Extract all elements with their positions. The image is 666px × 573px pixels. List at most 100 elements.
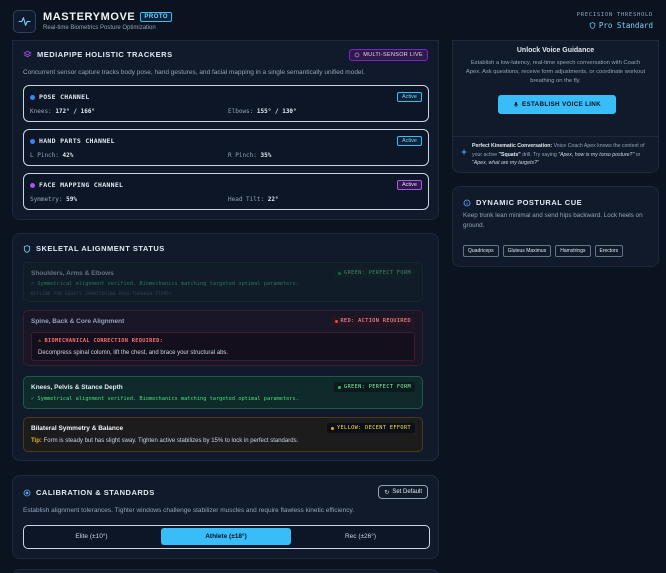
shield-icon bbox=[589, 22, 596, 29]
correction-text: Decompress spinal column, lift the chest… bbox=[38, 350, 229, 356]
shoulders-line: ✓ Symmetrical alignment verified. Biomec… bbox=[31, 281, 299, 287]
pose-metrics: Knees: 172° / 166° Elbows: 155° / 130° bbox=[30, 108, 422, 115]
knees-line: ✓ Symmetrical alignment verified. Biomec… bbox=[31, 396, 299, 402]
establish-voice-link-button[interactable]: ESTABLISH VOICE LINK bbox=[498, 95, 616, 114]
balance-row[interactable]: Bilateral Symmetry & Balance YELLOW: DEC… bbox=[23, 417, 423, 452]
tagline: Real-time Biometrics Posture Optimizatio… bbox=[43, 25, 156, 31]
balance-tip: Tip: Form is steady but has slight sway.… bbox=[31, 438, 298, 444]
shoulders-sub: OFFLINE FOR SQUATS (MONITORING PASS-THRO… bbox=[31, 291, 173, 296]
alignment-card: SKELETAL ALIGNMENT STATUS Shoulders, Arm… bbox=[12, 233, 439, 461]
multi-sensor-badge: MULTI-SENSOR LIVE bbox=[349, 49, 428, 61]
alignment-title-row: SKELETAL ALIGNMENT STATUS bbox=[23, 244, 165, 253]
hand-channel-label: HAND PARTS CHANNEL bbox=[39, 137, 115, 145]
hand-channel-title: HAND PARTS CHANNEL bbox=[30, 137, 115, 145]
tip-label: Tip: bbox=[31, 438, 42, 444]
status-dot-icon bbox=[30, 182, 35, 188]
knees-badge: GREEN: PERFECT FORM bbox=[334, 382, 415, 392]
symmetry-label: Symmetry: bbox=[30, 196, 63, 203]
layers-icon bbox=[23, 50, 32, 58]
face-channel-title: FACE MAPPING CHANNEL bbox=[30, 181, 123, 189]
status-dot-icon bbox=[338, 271, 342, 275]
target-icon bbox=[23, 489, 31, 496]
note-or: or bbox=[634, 151, 641, 158]
tag-gluteus-maximus: Gluteus Maximus bbox=[502, 245, 552, 257]
note-b: drill. Try saying bbox=[520, 151, 559, 158]
threshold-label: PRECISION THRESHOLD bbox=[576, 12, 653, 18]
proto-badge: PROTO bbox=[140, 12, 173, 22]
balance-title: Bilateral Symmetry & Balance bbox=[31, 425, 124, 432]
shoulders-badge: GREEN: PERFECT FORM bbox=[334, 268, 415, 278]
voice-card: Unlock Voice Guidance Establish a low-la… bbox=[452, 40, 659, 173]
option-elite[interactable]: Elite (±10°) bbox=[26, 528, 157, 545]
alignment-title: SKELETAL ALIGNMENT STATUS bbox=[36, 244, 165, 253]
spine-badge: RED: ACTION REQUIRED bbox=[330, 316, 415, 326]
set-default-label: Set Default bbox=[392, 489, 422, 495]
set-default-button[interactable]: ↻ Set Default bbox=[378, 485, 428, 499]
face-metrics: Symmetry: 59% Head Tilt: 22° bbox=[30, 196, 422, 203]
voice-divider bbox=[453, 136, 658, 137]
hand-channel[interactable]: HAND PARTS CHANNEL Active L Pinch: 42% R… bbox=[23, 129, 429, 166]
cue-title: DYNAMIC POSTURAL CUE bbox=[476, 198, 583, 207]
note-drill: "Squats" bbox=[498, 151, 521, 158]
trackers-card: MEDIAPIPE HOLISTIC TRACKERS MULTI-SENSOR… bbox=[12, 40, 439, 220]
app-header: MASTERYMOVE PROTO Real-time Biometrics P… bbox=[0, 0, 666, 42]
shield-icon bbox=[23, 244, 31, 253]
head-tilt-value: 22° bbox=[267, 196, 279, 203]
status-dot-icon bbox=[338, 385, 342, 389]
note-q2: "Apex, what are my targets?" bbox=[472, 160, 539, 166]
l-pinch-label: L Pinch: bbox=[30, 152, 59, 159]
hand-metrics: L Pinch: 42% R Pinch: 35% bbox=[30, 152, 422, 159]
trackers-description: Concurrent sensor capture tracks body po… bbox=[23, 69, 365, 76]
symmetry-value: 59% bbox=[66, 196, 77, 203]
knees-value: 172° / 166° bbox=[55, 108, 96, 115]
tag-hamstrings: Hamstrings bbox=[555, 245, 591, 257]
spine-badge-text: RED: ACTION REQUIRED bbox=[340, 318, 411, 324]
status-dot-icon bbox=[331, 426, 334, 430]
option-athlete[interactable]: Athlete (±18°) bbox=[161, 528, 291, 545]
status-dot-icon bbox=[30, 138, 35, 144]
voice-description: Establish a low-latency, real-time speec… bbox=[465, 60, 646, 84]
balance-badge: YELLOW: DECENT EFFORT bbox=[327, 423, 415, 433]
brand-name: MASTERYMOVE bbox=[43, 11, 136, 23]
pulse-logo-icon bbox=[13, 9, 36, 33]
threshold-value-text: Pro Standard bbox=[598, 21, 653, 30]
cue-card: DYNAMIC POSTURAL CUE Keep trunk lean min… bbox=[452, 186, 659, 267]
sensor-icon bbox=[354, 52, 360, 58]
multi-sensor-label: MULTI-SENSOR LIVE bbox=[363, 52, 423, 58]
knees-row[interactable]: Knees, Pelvis & Stance Depth GREEN: PERF… bbox=[23, 376, 423, 409]
elbows-value: 155° / 130° bbox=[256, 108, 297, 115]
cue-text: Keep trunk lean minimal and send hips ba… bbox=[463, 212, 643, 229]
trackers-title-row: MEDIAPIPE HOLISTIC TRACKERS bbox=[23, 50, 173, 59]
balance-badge-text: YELLOW: DECENT EFFORT bbox=[337, 425, 411, 431]
cue-title-row: DYNAMIC POSTURAL CUE bbox=[463, 198, 582, 207]
warning-icon: ⚠ bbox=[38, 338, 42, 344]
status-dot-icon bbox=[30, 94, 35, 100]
pose-channel-label: POSE CHANNEL bbox=[39, 93, 90, 101]
face-status-badge: Active bbox=[397, 180, 422, 190]
spine-row[interactable]: Spine, Back & Core Alignment RED: ACTION… bbox=[23, 310, 423, 366]
tip-text: Form is steady but has slight sway. Tigh… bbox=[43, 438, 299, 444]
tag-quadriceps: Quadriceps bbox=[463, 245, 499, 257]
trackers-title: MEDIAPIPE HOLISTIC TRACKERS bbox=[37, 50, 173, 59]
face-channel-label: FACE MAPPING CHANNEL bbox=[39, 181, 124, 189]
head-tilt-label: Head Tilt: bbox=[228, 196, 265, 203]
r-pinch-value: 35% bbox=[260, 152, 272, 159]
shoulders-row[interactable]: Shoulders, Arms & Elbows GREEN: PERFECT … bbox=[23, 262, 423, 302]
option-rec[interactable]: Rec (±26°) bbox=[295, 528, 426, 545]
knees-label: Knees: bbox=[30, 108, 52, 115]
knees-title: Knees, Pelvis & Stance Depth bbox=[31, 384, 123, 391]
pose-status-badge: Active bbox=[397, 92, 422, 102]
microphone-icon bbox=[513, 102, 519, 107]
precision-threshold[interactable]: PRECISION THRESHOLD Pro Standard bbox=[577, 12, 653, 30]
next-card-edge bbox=[12, 569, 439, 573]
info-icon bbox=[463, 199, 471, 206]
correction-heading: ⚠ BIOMECHANICAL CORRECTION REQUIRED: bbox=[38, 338, 163, 344]
elbows-label: Elbows: bbox=[228, 108, 254, 115]
note-bold: Perfect Kinematic Conversation: bbox=[472, 143, 553, 149]
hand-status-badge: Active bbox=[397, 136, 422, 146]
reset-icon: ↻ bbox=[384, 489, 390, 496]
knees-badge-text: GREEN: PERFECT FORM bbox=[344, 384, 411, 390]
face-channel[interactable]: FACE MAPPING CHANNEL Active Symmetry: 59… bbox=[23, 173, 429, 210]
tolerance-selector: Elite (±10°) Athlete (±18°) Rec (±26°) bbox=[23, 525, 430, 549]
pose-channel[interactable]: POSE CHANNEL Active Knees: 172° / 166° E… bbox=[23, 85, 429, 122]
